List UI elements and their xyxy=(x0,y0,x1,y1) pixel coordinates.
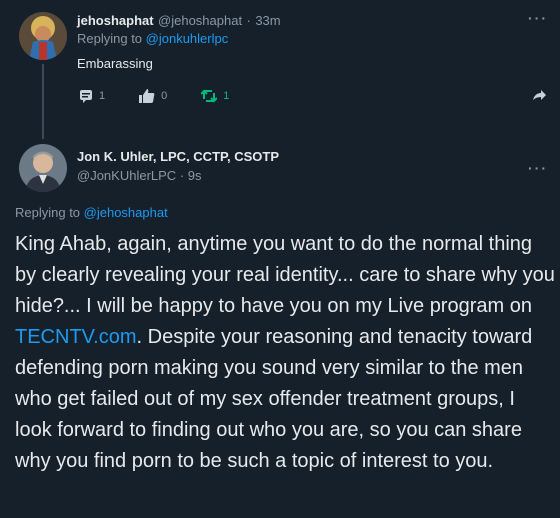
comment-icon xyxy=(80,90,92,103)
avatar-jehoshaphat[interactable] xyxy=(19,12,67,60)
like-icon xyxy=(139,89,155,103)
tecntv-link[interactable]: TECNTV.com xyxy=(15,326,137,348)
share-icon xyxy=(533,90,546,100)
reply-display-name[interactable]: jehoshaphat xyxy=(77,13,154,28)
main-more-button[interactable]: ··· xyxy=(528,160,548,176)
like-count: 0 xyxy=(161,90,168,102)
avatar-jonkuhlerlpc-image xyxy=(19,144,67,192)
main-text-part1: King Ahab, again, anytime you want to do… xyxy=(15,233,555,317)
reply-count: 1 xyxy=(99,90,106,102)
comment-button[interactable]: 1 xyxy=(79,89,105,103)
retweet-icon xyxy=(201,89,218,103)
reply-replying-to: Replying to @jonkuhlerlpc xyxy=(77,31,228,46)
avatar-jonkuhlerlpc[interactable] xyxy=(19,144,67,192)
reply-actions: 1 0 1 xyxy=(79,89,229,103)
main-handle-line: @JonKUhlerLPC · 9s xyxy=(77,168,202,183)
avatar-jehoshaphat-image xyxy=(19,12,67,60)
main-tweet-text: King Ahab, again, anytime you want to do… xyxy=(15,229,555,477)
main-replying-to-link[interactable]: @jehoshaphat xyxy=(84,205,168,220)
main-replying-to: Replying to @jehoshaphat xyxy=(15,205,168,220)
main-replying-prefix: Replying to xyxy=(15,205,84,220)
reply-handle[interactable]: @jehoshaphat xyxy=(158,13,242,28)
share-button[interactable] xyxy=(532,88,546,107)
retweet-count: 1 xyxy=(223,90,230,102)
main-display-name[interactable]: Jon K. Uhler, LPC, CCTP, CSOTP xyxy=(77,149,279,164)
reply-time[interactable]: 33m xyxy=(255,13,280,28)
reply-replying-to-link[interactable]: @jonkuhlerlpc xyxy=(146,31,229,46)
reply-replying-prefix: Replying to xyxy=(77,31,146,46)
retweet-button[interactable]: 1 xyxy=(201,89,229,103)
reply-tweet-text: Embarassing xyxy=(77,56,153,71)
main-time[interactable]: 9s xyxy=(188,168,202,183)
like-button[interactable]: 0 xyxy=(139,89,167,103)
main-separator: · xyxy=(179,168,185,183)
reply-more-button[interactable]: ··· xyxy=(528,10,548,26)
reply-tweet-header: jehoshaphat @jehoshaphat · 33m xyxy=(77,12,281,30)
reply-separator: · xyxy=(246,13,251,28)
thread-connector-line xyxy=(42,64,44,139)
main-handle[interactable]: @JonKUhlerLPC xyxy=(77,168,176,183)
